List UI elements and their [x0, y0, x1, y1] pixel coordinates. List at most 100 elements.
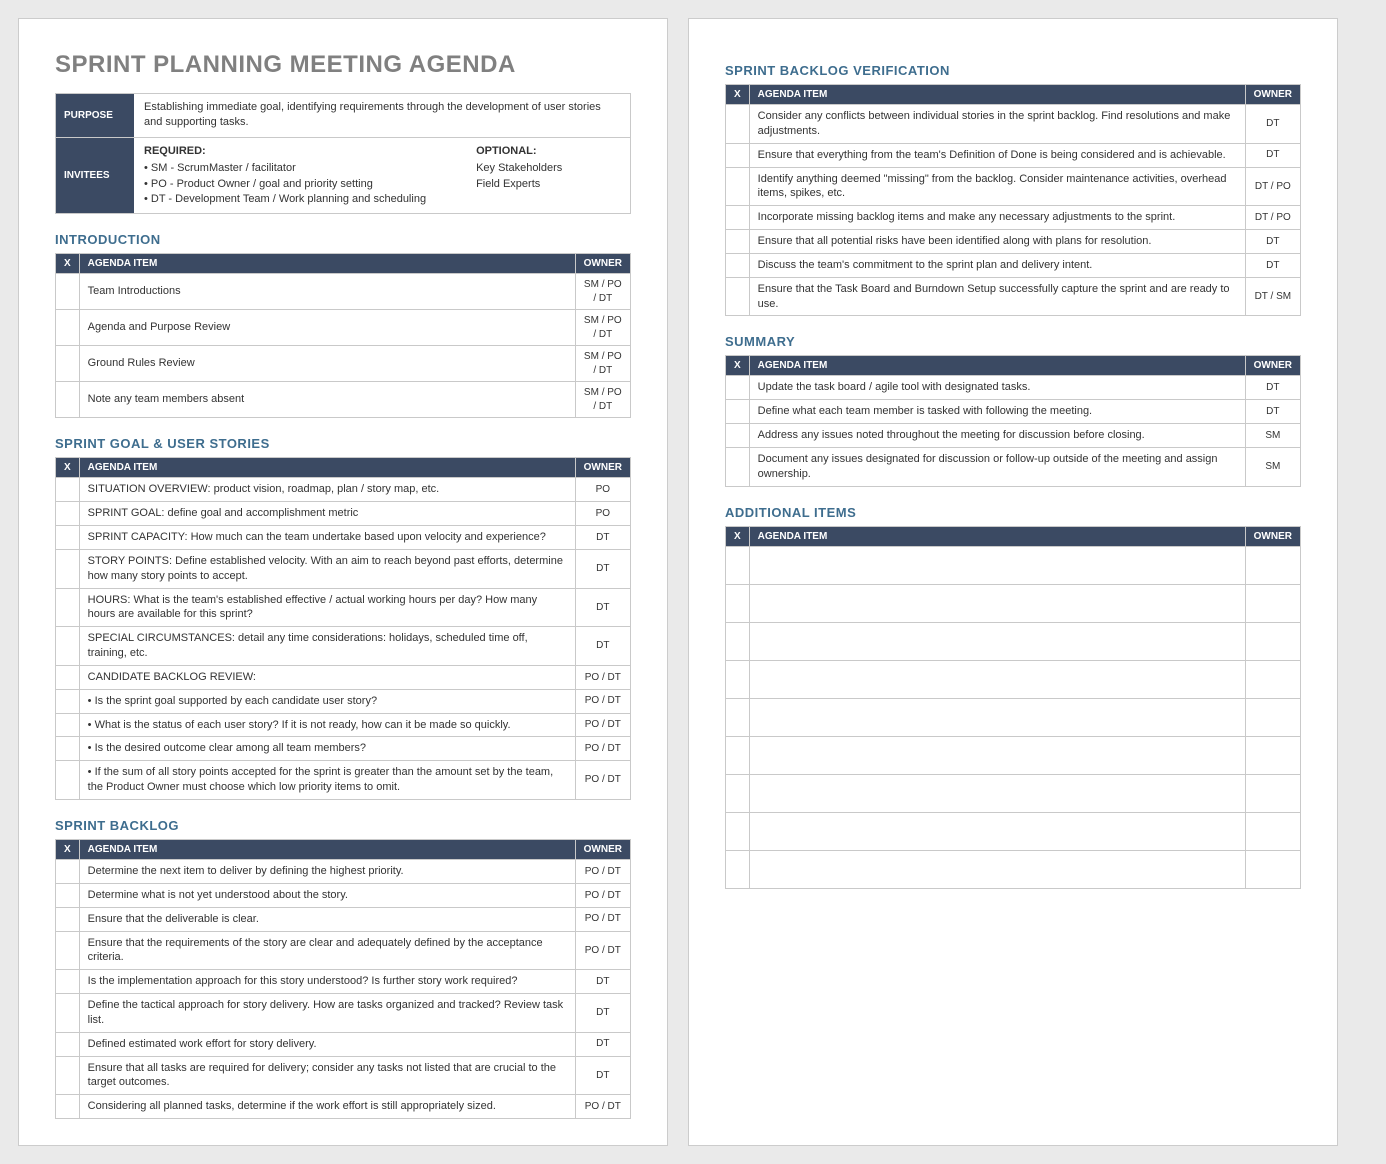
col-header-x: X — [56, 458, 80, 478]
agenda-item-cell — [749, 736, 1245, 774]
additional-table: XAGENDA ITEMOWNER — [725, 526, 1301, 889]
owner-cell — [1245, 736, 1300, 774]
purpose-label: PURPOSE — [56, 94, 134, 138]
table-row: Determine the next item to deliver by de… — [56, 860, 631, 884]
agenda-item-cell: SPRINT CAPACITY: How much can the team u… — [79, 526, 575, 550]
owner-cell: DT — [575, 994, 630, 1033]
checkbox-cell[interactable] — [726, 584, 750, 622]
checkbox-cell[interactable] — [726, 143, 750, 167]
table-row: Note any team members absentSM / PO / DT — [56, 382, 631, 418]
checkbox-cell[interactable] — [56, 588, 80, 627]
agenda-item-cell: Define what each team member is tasked w… — [749, 400, 1245, 424]
checkbox-cell[interactable] — [726, 698, 750, 736]
checkbox-cell[interactable] — [56, 549, 80, 588]
checkbox-cell[interactable] — [56, 1032, 80, 1056]
checkbox-cell[interactable] — [56, 382, 80, 418]
checkbox-cell[interactable] — [726, 736, 750, 774]
checkbox-cell[interactable] — [56, 883, 80, 907]
checkbox-cell[interactable] — [726, 774, 750, 812]
owner-cell — [1245, 584, 1300, 622]
owner-cell: PO / DT — [575, 737, 630, 761]
checkbox-cell[interactable] — [56, 478, 80, 502]
checkbox-cell[interactable] — [726, 424, 750, 448]
col-header-x: X — [726, 526, 750, 546]
table-row: • What is the status of each user story?… — [56, 713, 631, 737]
checkbox-cell[interactable] — [726, 400, 750, 424]
checkbox-cell[interactable] — [56, 1095, 80, 1119]
owner-cell: DT — [575, 549, 630, 588]
agenda-item-cell — [749, 660, 1245, 698]
table-row: Address any issues noted throughout the … — [726, 424, 1301, 448]
col-header-owner: OWNER — [1245, 526, 1300, 546]
owner-cell: PO / DT — [575, 1095, 630, 1119]
checkbox-cell[interactable] — [56, 737, 80, 761]
checkbox-cell[interactable] — [56, 526, 80, 550]
checkbox-cell[interactable] — [56, 860, 80, 884]
table-row — [726, 584, 1301, 622]
agenda-item-cell: CANDIDATE BACKLOG REVIEW: — [79, 665, 575, 689]
checkbox-cell[interactable] — [56, 1056, 80, 1095]
checkbox-cell[interactable] — [726, 167, 750, 206]
purpose-text: Establishing immediate goal, identifying… — [134, 94, 630, 138]
agenda-item-cell: • If the sum of all story points accepte… — [79, 761, 575, 800]
checkbox-cell[interactable] — [726, 850, 750, 888]
agenda-item-cell: Ensure that everything from the team's D… — [749, 143, 1245, 167]
agenda-item-cell: Ensure that the Task Board and Burndown … — [749, 277, 1245, 316]
agenda-item-cell — [749, 850, 1245, 888]
checkbox-cell[interactable] — [56, 994, 80, 1033]
checkbox-cell[interactable] — [56, 970, 80, 994]
agenda-item-cell: Define the tactical approach for story d… — [79, 994, 575, 1033]
section-title-goal: SPRINT GOAL & USER STORIES — [55, 436, 631, 451]
table-row: Considering all planned tasks, determine… — [56, 1095, 631, 1119]
checkbox-cell[interactable] — [56, 931, 80, 970]
checkbox-cell[interactable] — [56, 689, 80, 713]
table-row: Is the implementation approach for this … — [56, 970, 631, 994]
checkbox-cell[interactable] — [56, 761, 80, 800]
col-header-x: X — [56, 254, 80, 274]
owner-cell: SM / PO / DT — [575, 310, 630, 346]
checkbox-cell[interactable] — [726, 546, 750, 584]
invitees-label: INVITEES — [56, 138, 134, 214]
owner-cell: DT — [575, 588, 630, 627]
owner-cell: SM — [1245, 447, 1300, 486]
section-title-backlog: SPRINT BACKLOG — [55, 818, 631, 833]
checkbox-cell[interactable] — [56, 665, 80, 689]
owner-cell: DT — [575, 1056, 630, 1095]
owner-cell: PO / DT — [575, 860, 630, 884]
required-line: • DT - Development Team / Work planning … — [144, 192, 426, 207]
checkbox-cell[interactable] — [726, 105, 750, 144]
checkbox-cell[interactable] — [726, 660, 750, 698]
table-row: HOURS: What is the team's established ef… — [56, 588, 631, 627]
checkbox-cell[interactable] — [56, 274, 80, 310]
checkbox-cell[interactable] — [56, 310, 80, 346]
owner-cell — [1245, 850, 1300, 888]
checkbox-cell[interactable] — [726, 206, 750, 230]
page-two: SPRINT BACKLOG VERIFICATION XAGENDA ITEM… — [688, 18, 1338, 1146]
table-row: Incorporate missing backlog items and ma… — [726, 206, 1301, 230]
table-row — [726, 698, 1301, 736]
table-row: Ground Rules ReviewSM / PO / DT — [56, 346, 631, 382]
checkbox-cell[interactable] — [56, 907, 80, 931]
table-row: Update the task board / agile tool with … — [726, 376, 1301, 400]
col-header-x: X — [56, 840, 80, 860]
checkbox-cell[interactable] — [726, 277, 750, 316]
table-row: Ensure that everything from the team's D… — [726, 143, 1301, 167]
checkbox-cell[interactable] — [726, 253, 750, 277]
checkbox-cell[interactable] — [726, 230, 750, 254]
checkbox-cell[interactable] — [726, 447, 750, 486]
checkbox-cell[interactable] — [726, 376, 750, 400]
agenda-item-cell: STORY POINTS: Define established velocit… — [79, 549, 575, 588]
checkbox-cell[interactable] — [56, 502, 80, 526]
checkbox-cell[interactable] — [56, 713, 80, 737]
agenda-item-cell: SPRINT GOAL: define goal and accomplishm… — [79, 502, 575, 526]
agenda-item-cell: • Is the sprint goal supported by each c… — [79, 689, 575, 713]
owner-cell: PO — [575, 502, 630, 526]
checkbox-cell[interactable] — [56, 346, 80, 382]
col-header-item: AGENDA ITEM — [749, 356, 1245, 376]
checkbox-cell[interactable] — [56, 627, 80, 666]
checkbox-cell[interactable] — [726, 622, 750, 660]
col-header-owner: OWNER — [1245, 85, 1300, 105]
checkbox-cell[interactable] — [726, 812, 750, 850]
agenda-item-cell: Agenda and Purpose Review — [79, 310, 575, 346]
owner-cell: PO / DT — [575, 907, 630, 931]
